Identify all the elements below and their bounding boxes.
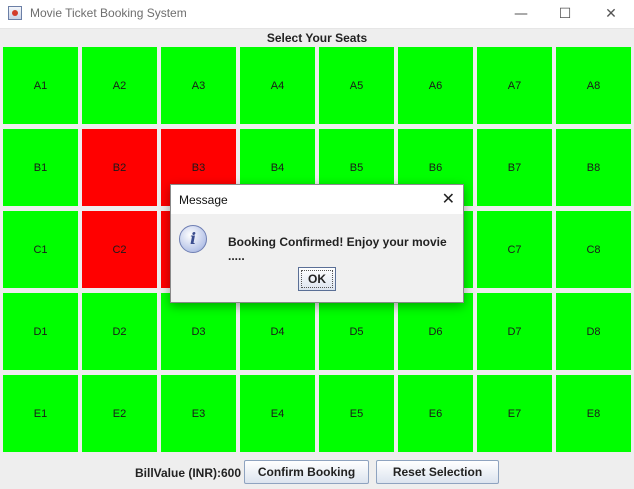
seat-d1[interactable]: D1 bbox=[3, 293, 78, 370]
window-title: Movie Ticket Booking System bbox=[30, 6, 187, 20]
seat-c7[interactable]: C7 bbox=[477, 211, 552, 288]
seat-e6[interactable]: E6 bbox=[398, 375, 473, 452]
seat-a8[interactable]: A8 bbox=[556, 47, 631, 124]
page-heading: Select Your Seats bbox=[266, 31, 368, 45]
info-icon: i bbox=[179, 225, 207, 253]
seat-e1[interactable]: E1 bbox=[3, 375, 78, 452]
dialog-title-bar: Message ✕ bbox=[171, 185, 463, 214]
seat-e3[interactable]: E3 bbox=[161, 375, 236, 452]
seat-d6[interactable]: D6 bbox=[398, 293, 473, 370]
bill-value: BillValue (INR):600 bbox=[135, 466, 242, 480]
title-bar: Movie Ticket Booking System — ☐ ✕ bbox=[0, 0, 634, 29]
close-button[interactable]: ✕ bbox=[588, 0, 634, 28]
seat-e2[interactable]: E2 bbox=[82, 375, 157, 452]
seat-a5[interactable]: A5 bbox=[319, 47, 394, 124]
seat-e8[interactable]: E8 bbox=[556, 375, 631, 452]
seat-b2[interactable]: B2 bbox=[82, 129, 157, 206]
seat-a3[interactable]: A3 bbox=[161, 47, 236, 124]
minimize-button[interactable]: — bbox=[498, 0, 544, 28]
dialog-title: Message bbox=[179, 193, 228, 207]
java-app-icon bbox=[8, 6, 22, 20]
seat-a1[interactable]: A1 bbox=[3, 47, 78, 124]
seat-d3[interactable]: D3 bbox=[161, 293, 236, 370]
seat-a4[interactable]: A4 bbox=[240, 47, 315, 124]
seat-d5[interactable]: D5 bbox=[319, 293, 394, 370]
seat-b7[interactable]: B7 bbox=[477, 129, 552, 206]
seat-d7[interactable]: D7 bbox=[477, 293, 552, 370]
seat-e5[interactable]: E5 bbox=[319, 375, 394, 452]
maximize-button[interactable]: ☐ bbox=[542, 0, 588, 28]
reset-selection-button[interactable]: Reset Selection bbox=[376, 460, 499, 484]
seat-a6[interactable]: A6 bbox=[398, 47, 473, 124]
dialog-message: Booking Confirmed! Enjoy your movie ....… bbox=[228, 235, 447, 263]
seat-e4[interactable]: E4 bbox=[240, 375, 315, 452]
seat-e7[interactable]: E7 bbox=[477, 375, 552, 452]
seat-d4[interactable]: D4 bbox=[240, 293, 315, 370]
confirm-booking-button[interactable]: Confirm Booking bbox=[244, 460, 369, 484]
ok-button[interactable]: OK bbox=[298, 267, 336, 291]
seat-d2[interactable]: D2 bbox=[82, 293, 157, 370]
seat-a7[interactable]: A7 bbox=[477, 47, 552, 124]
seat-b1[interactable]: B1 bbox=[3, 129, 78, 206]
message-dialog: Message ✕ i Booking Confirmed! Enjoy you… bbox=[170, 184, 464, 303]
footer-bar: BillValue (INR):600 Confirm Booking Rese… bbox=[0, 459, 634, 487]
dialog-close-icon[interactable]: ✕ bbox=[442, 189, 455, 208]
seat-d8[interactable]: D8 bbox=[556, 293, 631, 370]
seat-c8[interactable]: C8 bbox=[556, 211, 631, 288]
seat-c2[interactable]: C2 bbox=[82, 211, 157, 288]
seat-b8[interactable]: B8 bbox=[556, 129, 631, 206]
seat-a2[interactable]: A2 bbox=[82, 47, 157, 124]
seat-c1[interactable]: C1 bbox=[3, 211, 78, 288]
